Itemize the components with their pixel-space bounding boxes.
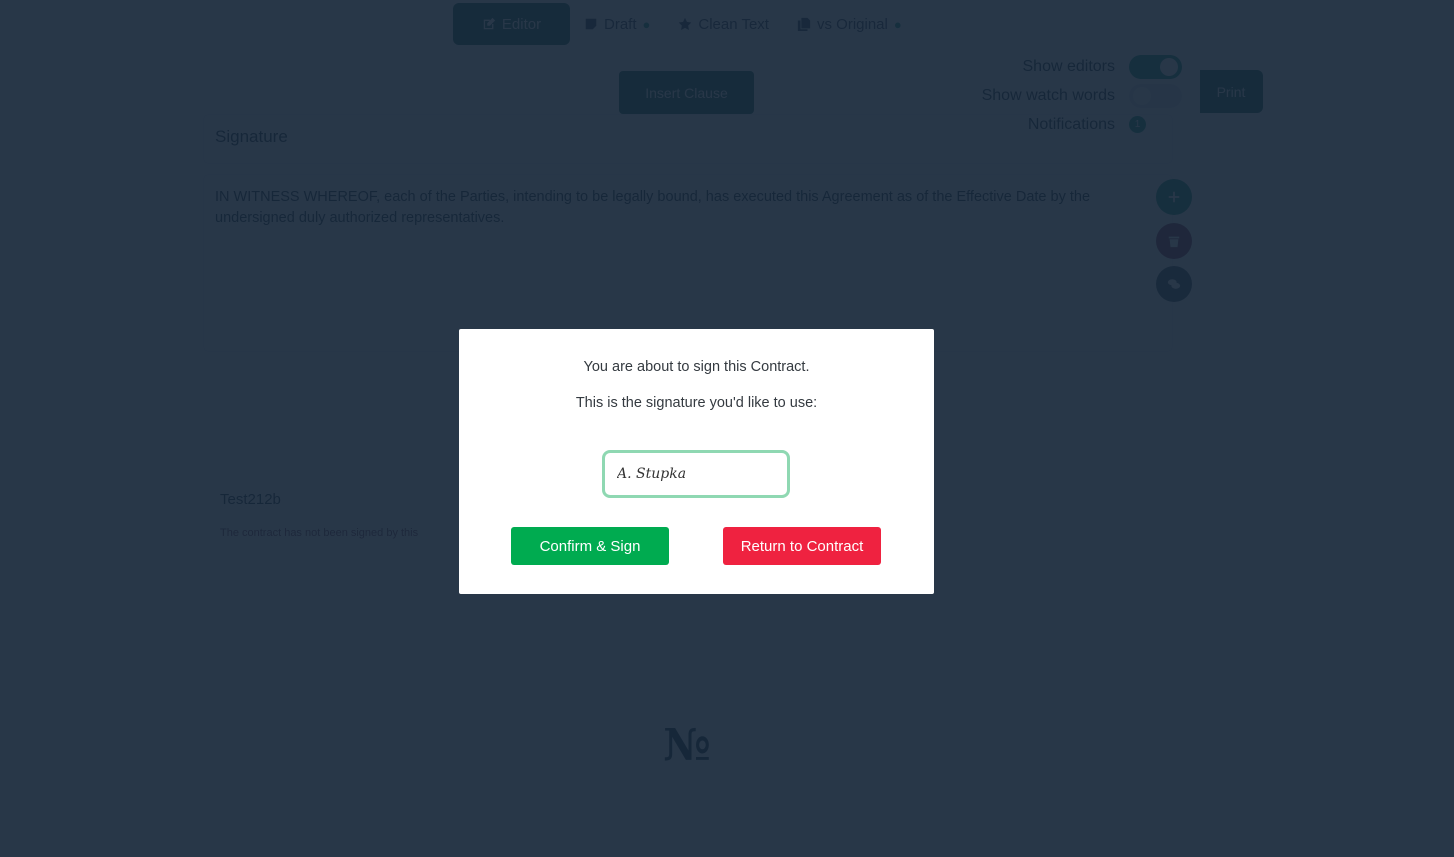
confirm-sign-button[interactable]: Confirm & Sign xyxy=(511,527,669,565)
sign-confirmation-dialog: You are about to sign this Contract. Thi… xyxy=(459,329,934,594)
dialog-message: You are about to sign this Contract. xyxy=(583,359,810,375)
signature-input[interactable] xyxy=(602,450,790,498)
return-to-contract-button[interactable]: Return to Contract xyxy=(723,527,881,565)
dialog-prompt: This is the signature you'd like to use: xyxy=(575,395,818,411)
